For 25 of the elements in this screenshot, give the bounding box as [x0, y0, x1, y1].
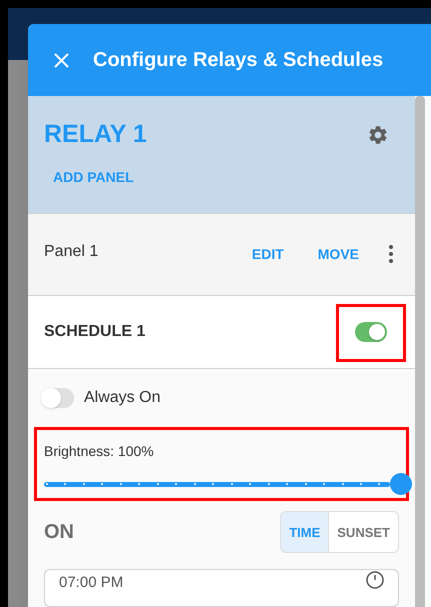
always-on-label: Always On — [84, 388, 160, 408]
settings-button[interactable] — [367, 124, 389, 146]
on-heading: ON — [44, 520, 74, 546]
close-icon — [54, 52, 68, 68]
more-options-icon[interactable] — [389, 244, 393, 263]
mode-tab[interactable]: TIME — [281, 512, 328, 552]
edit-button[interactable]: EDIT — [252, 244, 284, 265]
schedule-toggle[interactable] — [355, 322, 387, 342]
dialog-title: Configure Relays & Schedules — [93, 48, 384, 73]
panel-name: Panel 1 — [44, 242, 100, 262]
move-button[interactable]: MOVE — [318, 244, 359, 265]
mode-tab[interactable]: SUNSET — [328, 512, 398, 552]
brightness-slider[interactable] — [44, 472, 412, 496]
close-button[interactable] — [53, 52, 69, 68]
always-on-toggle[interactable] — [41, 388, 74, 408]
schedule-title: SCHEDULE 1 — [44, 322, 146, 342]
scrollbar[interactable] — [415, 96, 425, 607]
clock-icon — [366, 571, 384, 590]
settings-icon — [367, 124, 389, 146]
time-field[interactable]: 07:00 PM — [44, 569, 399, 607]
brightness-label: Brightness: 100% — [44, 442, 155, 462]
time-value: 07:00 PM — [59, 573, 124, 594]
relay-title: RELAY 1 — [44, 122, 147, 147]
slider-thumb[interactable] — [390, 472, 412, 495]
add-panel-button[interactable]: ADD PANEL — [53, 167, 134, 188]
